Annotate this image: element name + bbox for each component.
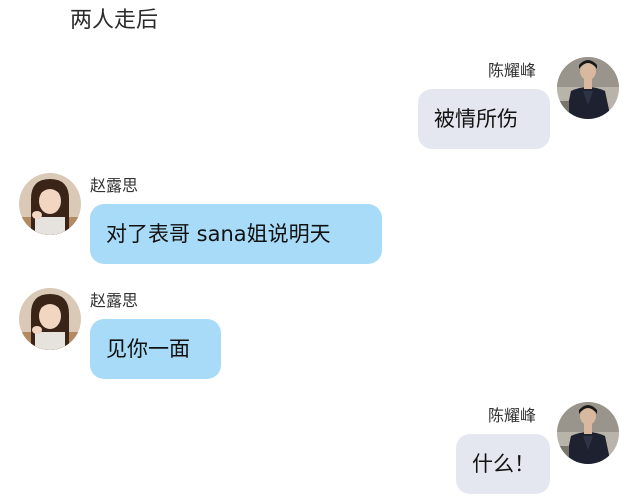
message-bubble[interactable]: 见你一面: [90, 319, 221, 379]
sender-name: 陈耀峰: [488, 406, 537, 425]
sender-name: 赵露思: [90, 291, 139, 310]
woman-avatar-icon[interactable]: [19, 173, 81, 235]
narration-text: 两人走后: [70, 8, 159, 33]
man-avatar-icon[interactable]: [557, 57, 619, 119]
woman-avatar-icon[interactable]: [19, 288, 81, 350]
sender-name: 赵露思: [90, 176, 139, 195]
message-bubble[interactable]: 被情所伤: [418, 89, 550, 149]
man-avatar-icon[interactable]: [557, 402, 619, 464]
sender-name: 陈耀峰: [488, 61, 537, 80]
message-bubble[interactable]: 什么！: [456, 434, 550, 494]
message-bubble[interactable]: 对了表哥 sana姐说明天: [90, 204, 382, 264]
